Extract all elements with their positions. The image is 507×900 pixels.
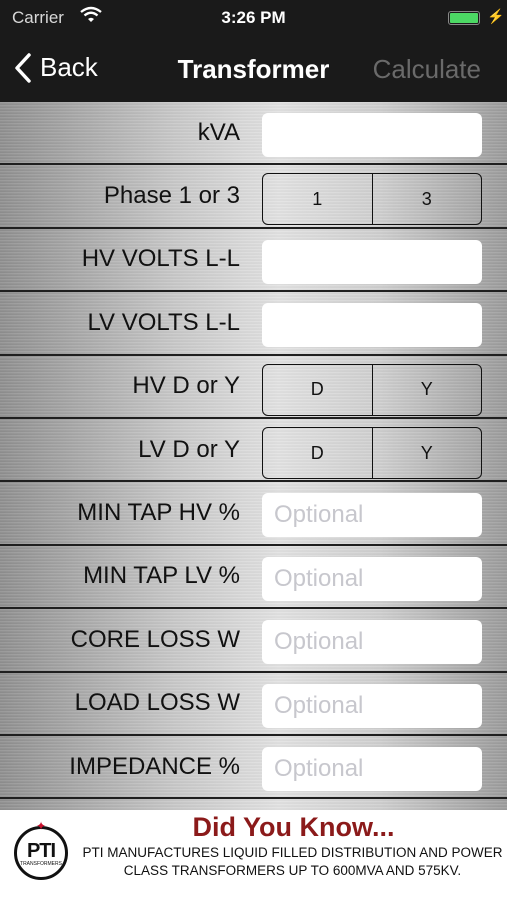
min-tap-hv-label: MIN TAP HV % xyxy=(77,499,240,527)
logo-text: PTI xyxy=(26,839,56,862)
battery-icon xyxy=(448,11,480,25)
kva-input[interactable] xyxy=(262,113,482,157)
min-tap-hv-input[interactable] xyxy=(262,493,482,538)
core-loss-label: CORE LOSS W xyxy=(70,625,240,653)
kva-label: kVA xyxy=(197,118,240,146)
navigation-bar: Back Transformer Calculate xyxy=(0,36,507,102)
clock: 3:26 PM xyxy=(221,8,286,27)
status-bar: Carrier 3:26 PM ⚡ xyxy=(0,0,507,36)
charging-icon: ⚡ xyxy=(487,8,505,24)
min-tap-lv-input[interactable] xyxy=(262,556,482,601)
ad-body: PTI MANUFACTURES LIQUID FILLED DISTRIBUT… xyxy=(82,845,503,878)
load-loss-label: LOAD LOSS W xyxy=(74,689,240,717)
row-lv-connection: LV D or Y D Y xyxy=(0,419,507,483)
phase-segmented-control: 1 3 xyxy=(262,173,482,226)
phase-label: Phase 1 or 3 xyxy=(103,182,240,210)
row-lv-volts: LV VOLTS L-L xyxy=(0,292,507,356)
lv-option-delta[interactable]: D xyxy=(263,428,372,478)
lv-connection-label: LV D or Y xyxy=(138,435,240,463)
hv-connection-segmented-control: D Y xyxy=(262,363,482,416)
hv-option-delta[interactable]: D xyxy=(263,365,372,415)
phase-option-1[interactable]: 1 xyxy=(263,174,372,224)
impedance-input[interactable] xyxy=(262,747,482,791)
row-impedance: IMPEDANCE % xyxy=(0,736,507,800)
lv-volts-input[interactable] xyxy=(262,303,482,348)
row-core-loss: CORE LOSS W xyxy=(0,609,507,673)
row-min-tap-lv: MIN TAP LV % xyxy=(0,546,507,610)
calculate-button[interactable]: Calculate xyxy=(373,54,481,85)
row-hv-volts: HV VOLTS L-L xyxy=(0,229,507,293)
hv-volts-label: HV VOLTS L-L xyxy=(81,245,240,273)
row-load-loss: LOAD LOSS W xyxy=(0,673,507,736)
min-tap-lv-label: MIN TAP LV % xyxy=(83,562,240,590)
row-hv-connection: HV D or Y D Y xyxy=(0,356,507,419)
maple-leaf-icon: ✦ xyxy=(35,819,47,833)
hv-option-wye[interactable]: Y xyxy=(371,364,482,415)
row-kva: kVA xyxy=(0,102,507,166)
row-min-tap-hv: MIN TAP HV % xyxy=(0,482,507,546)
impedance-label: IMPEDANCE % xyxy=(69,752,240,780)
load-loss-input[interactable] xyxy=(262,683,482,728)
hv-volts-input[interactable] xyxy=(262,239,482,284)
lv-connection-segmented-control: D Y xyxy=(262,427,482,479)
phase-option-3[interactable]: 3 xyxy=(371,174,482,225)
row-phase: Phase 1 or 3 1 3 xyxy=(0,165,507,229)
lv-volts-label: LV VOLTS L-L xyxy=(87,308,240,336)
lv-option-wye[interactable]: Y xyxy=(371,428,482,478)
ad-headline: Did You Know... xyxy=(192,812,395,842)
pti-logo: ✦ PTI TRANSFORMERS xyxy=(14,819,68,880)
ad-banner[interactable]: ✦ PTI TRANSFORMERS Did You Know... PTI M… xyxy=(0,810,507,900)
logo-subtext: TRANSFORMERS xyxy=(20,860,62,867)
core-loss-input[interactable] xyxy=(262,620,482,665)
hv-connection-label: HV D or Y xyxy=(132,372,240,400)
transformer-form: kVA Phase 1 or 3 1 3 HV VOLTS L-L LV VOL… xyxy=(0,102,507,810)
